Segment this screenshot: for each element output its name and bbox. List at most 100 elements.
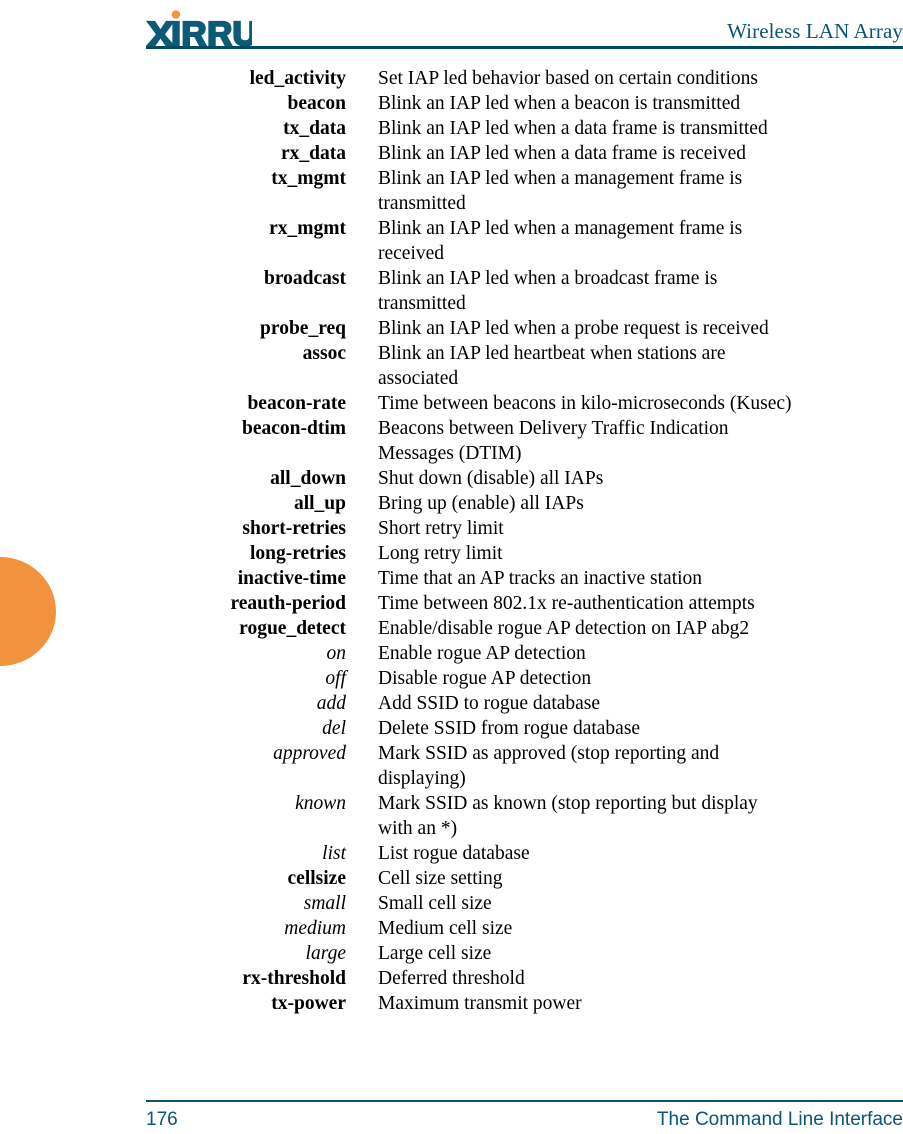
- definition-description-line: Messages (DTIM): [378, 443, 522, 464]
- definition-description-line: Maximum transmit power: [378, 993, 582, 1014]
- definition-description: Beacons between Delivery Traffic Indicat…: [378, 416, 903, 466]
- definition-row: all_down Shut down (disable) all IAPs: [146, 466, 903, 491]
- definition-row: small Small cell size: [146, 891, 903, 916]
- definition-description-line: Blink an IAP led when a beacon is transm…: [378, 93, 741, 114]
- header-divider: [146, 46, 903, 49]
- definition-row: cellsize Cell size setting: [146, 866, 903, 891]
- definition-term: on: [326, 643, 347, 664]
- definition-description: Shut down (disable) all IAPs: [378, 466, 903, 491]
- definition-term: tx_mgmt: [271, 168, 346, 189]
- definition-term: long-retries: [249, 543, 346, 564]
- definition-description: Delete SSID from rogue database: [378, 716, 903, 741]
- definition-description-line: transmitted: [378, 293, 466, 314]
- definition-description-line: Bring up (enable) all IAPs: [378, 493, 584, 514]
- definition-description-line: Large cell size: [378, 943, 492, 964]
- definition-row: medium Medium cell size: [146, 916, 903, 941]
- definition-row: long-retries Long retry limit: [146, 541, 903, 566]
- definition-description-line: Set IAP led behavior based on certain co…: [378, 68, 758, 89]
- definition-description: Time that an AP tracks an inactive stati…: [378, 566, 903, 591]
- definition-description: Blink an IAP led when a management frame…: [378, 216, 903, 266]
- definition-term: rogue_detect: [239, 618, 346, 639]
- document-page: Wireless LAN Array led_activity Set IAP l…: [0, 0, 903, 1134]
- footer-chapter-title: The Command Line Interface: [656, 1109, 903, 1130]
- definition-description-line: Deferred threshold: [378, 968, 525, 989]
- footer-page-number: 176: [146, 1109, 178, 1130]
- definition-term: tx_data: [283, 118, 346, 139]
- definition-term: large: [305, 943, 346, 964]
- definition-term: rx_mgmt: [269, 218, 346, 239]
- definition-description: Deferred threshold: [378, 966, 903, 991]
- page-footer: 176 The Command Line Interface: [146, 1106, 903, 1134]
- definition-term: reauth-period: [230, 593, 346, 614]
- definition-description-line: received: [378, 243, 445, 264]
- definition-description: Set IAP led behavior based on certain co…: [378, 66, 903, 91]
- definition-description: Blink an IAP led when a beacon is transm…: [378, 91, 903, 116]
- definition-row: broadcast Blink an IAP led when a broadca…: [146, 266, 903, 316]
- definition-row: del Delete SSID from rogue database: [146, 716, 903, 741]
- definition-description-line: Short retry limit: [378, 518, 504, 539]
- definition-description: Blink an IAP led when a data frame is tr…: [378, 116, 903, 141]
- definition-description-line: List rogue database: [378, 843, 530, 864]
- definition-description: Maximum transmit power: [378, 991, 903, 1016]
- definition-description-line: Blink an IAP led when a probe request is…: [378, 318, 769, 339]
- definition-description: Enable/disable rogue AP detection on IAP…: [378, 616, 903, 641]
- definition-term: probe_req: [260, 318, 346, 339]
- definition-row: short-retries Short retry limit: [146, 516, 903, 541]
- definition-description-line: Blink an IAP led when a data frame is tr…: [378, 118, 768, 139]
- definition-term: small: [303, 893, 346, 914]
- definition-description: Large cell size: [378, 941, 903, 966]
- definition-description-line: Blink an IAP led when a management frame…: [378, 168, 743, 189]
- definition-row: tx_data Blink an IAP led when a data fram…: [146, 116, 903, 141]
- definition-description-line: associated: [378, 368, 459, 389]
- definition-description: Blink an IAP led when a broadcast frame …: [378, 266, 903, 316]
- definition-description-line: Time between 802.1x re-authentication at…: [378, 593, 755, 614]
- definition-term: del: [322, 718, 346, 739]
- definition-term: tx-power: [271, 993, 346, 1014]
- xirrus-logo-icon: [146, 10, 253, 46]
- definition-row: beacon-dtim Beacons between Delivery Traf…: [146, 416, 903, 466]
- definition-description-line: Medium cell size: [378, 918, 513, 939]
- definition-term: inactive-time: [237, 568, 346, 589]
- definition-description-line: Delete SSID from rogue database: [378, 718, 641, 739]
- definition-description: Cell size setting: [378, 866, 903, 891]
- definition-description-line: Small cell size: [378, 893, 492, 914]
- definition-description: Bring up (enable) all IAPs: [378, 491, 903, 516]
- definition-description-line: Add SSID to rogue database: [378, 693, 601, 714]
- definition-row: inactive-time Time that an AP tracks an i…: [146, 566, 903, 591]
- definition-description-line: Mark SSID as known (stop reporting but d…: [378, 793, 758, 814]
- definition-row: beacon-rate Time between beacons in kilo-…: [146, 391, 903, 416]
- definition-term: rx-threshold: [242, 968, 346, 989]
- definition-row: off Disable rogue AP detection: [146, 666, 903, 691]
- definition-description-line: with an *): [378, 818, 458, 839]
- definition-description-line: Blink an IAP led when a management frame…: [378, 218, 743, 239]
- definition-description: List rogue database: [378, 841, 903, 866]
- definition-description-line: Enable/disable rogue AP detection on IAP…: [378, 618, 750, 639]
- definition-description-line: Shut down (disable) all IAPs: [378, 468, 604, 489]
- definition-description: Blink an IAP led when a probe request is…: [378, 316, 903, 341]
- definition-term: add: [316, 693, 346, 714]
- definition-description: Blink an IAP led heartbeat when stations…: [378, 341, 903, 391]
- definition-description-line: Long retry limit: [378, 543, 503, 564]
- definition-description-line: Cell size setting: [378, 868, 503, 889]
- definition-description: Small cell size: [378, 891, 903, 916]
- definition-term: all_up: [293, 493, 346, 514]
- definition-description-line: Enable rogue AP detection: [378, 643, 586, 664]
- definition-row: rx-threshold Deferred threshold: [146, 966, 903, 991]
- definition-row: rx_data Blink an IAP led when a data fram…: [146, 141, 903, 166]
- definition-description: Mark SSID as known (stop reporting but d…: [378, 791, 903, 841]
- definition-row: tx_mgmt Blink an IAP led when a managemen…: [146, 166, 903, 216]
- definition-row: reauth-period Time between 802.1x re-auth…: [146, 591, 903, 616]
- definition-term: off: [325, 668, 346, 689]
- definition-description-line: Time between beacons in kilo-microsecond…: [378, 393, 792, 414]
- definition-term: short-retries: [242, 518, 346, 539]
- definition-description: Blink an IAP led when a management frame…: [378, 166, 903, 216]
- definition-term: list: [322, 843, 346, 864]
- definition-description: Time between 802.1x re-authentication at…: [378, 591, 903, 616]
- definition-description: Mark SSID as approved (stop reporting an…: [378, 741, 903, 791]
- definition-description: Long retry limit: [378, 541, 903, 566]
- definition-row: large Large cell size: [146, 941, 903, 966]
- definition-description: Time between beacons in kilo-microsecond…: [378, 391, 903, 416]
- definition-term: approved: [273, 743, 346, 764]
- definition-description: Add SSID to rogue database: [378, 691, 903, 716]
- definition-term: led_activity: [249, 68, 346, 89]
